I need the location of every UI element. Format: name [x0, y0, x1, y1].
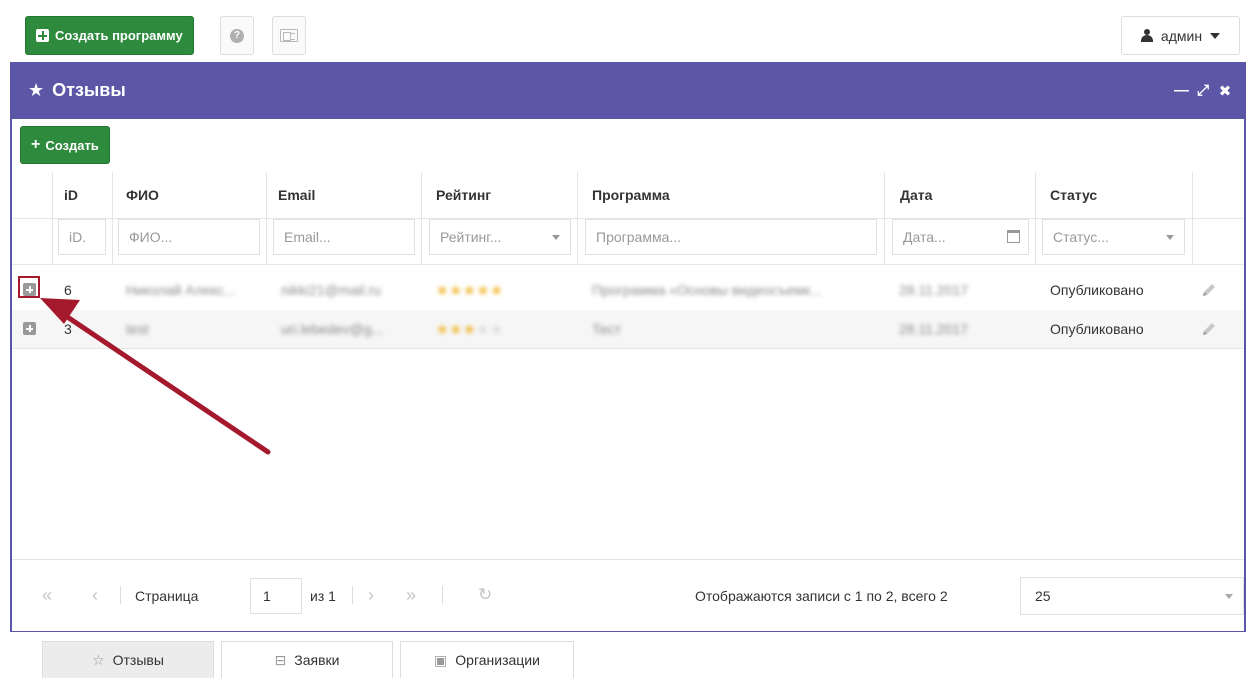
- plus-icon: +: [31, 136, 41, 153]
- star-icon: ☆: [92, 651, 105, 668]
- cell-rating: ★★★★★: [428, 310, 578, 348]
- table-row[interactable]: 6 Николай Алекс... nikki21@mail.ru ★★★★★…: [12, 271, 1244, 309]
- calendar-icon[interactable]: [1007, 230, 1020, 243]
- cell-id: 3: [64, 321, 72, 337]
- cell-fio: test: [126, 321, 149, 337]
- briefcase-icon: ▣: [434, 651, 448, 668]
- create-label: Создать: [45, 137, 99, 153]
- prev-page-icon[interactable]: ‹: [92, 585, 98, 606]
- tab-label: Отзывы: [112, 652, 164, 668]
- close-icon[interactable]: ✖: [1218, 82, 1232, 100]
- panel-controls: — ⤢ ✖: [1174, 82, 1232, 100]
- basket-icon: ⊟: [274, 651, 287, 668]
- pagination-bar: « ‹ Страница 1 из 1 › » ↻ Отображаются з…: [12, 559, 1244, 631]
- chevron-down-icon: [1210, 32, 1221, 39]
- pager-separator: [442, 586, 443, 604]
- tab-label: Организации: [455, 652, 540, 668]
- create-program-label: Создать программу: [55, 28, 183, 43]
- expand-row-icon[interactable]: [23, 322, 36, 335]
- annotation-highlight-box: [18, 276, 40, 298]
- page-size-select[interactable]: 25: [1020, 577, 1244, 615]
- rating-stars: ★★★★★: [436, 320, 504, 337]
- column-header-status[interactable]: Статус: [1040, 172, 1190, 218]
- cell-email: nikki21@mail.ru: [281, 282, 381, 298]
- program-filter-input[interactable]: Программа...: [585, 219, 877, 255]
- tab-organizations[interactable]: ▣ Организации: [400, 641, 574, 678]
- status-filter-select[interactable]: Статус...: [1042, 219, 1185, 255]
- column-header-rating[interactable]: Рейтинг: [426, 172, 576, 218]
- tab-reviews[interactable]: ☆ Отзывы: [42, 641, 214, 678]
- page-size-value: 25: [1035, 588, 1051, 604]
- column-header-email[interactable]: Email: [268, 172, 418, 218]
- edit-pencil-icon[interactable]: [1200, 320, 1218, 338]
- email-filter-input[interactable]: Email...: [273, 219, 415, 255]
- page-number-input[interactable]: 1: [250, 578, 302, 614]
- date-filter-placeholder: Дата...: [903, 229, 946, 245]
- next-page-icon[interactable]: ›: [368, 585, 374, 606]
- help-button[interactable]: ?: [220, 16, 254, 55]
- star-icon: ★: [28, 80, 45, 100]
- table-row[interactable]: 3 test uri.lebedev@g... ★★★★★ Тест 28.11…: [12, 310, 1244, 348]
- create-program-button[interactable]: Создать программу: [25, 16, 194, 55]
- pager-separator: [120, 586, 121, 604]
- cell-program[interactable]: Программа «Основы видеосъемк...: [584, 271, 884, 309]
- card-view-button[interactable]: [272, 16, 306, 55]
- rating-filter-placeholder: Рейтинг...: [440, 229, 502, 245]
- last-page-icon[interactable]: »: [406, 585, 416, 606]
- pager-separator: [352, 586, 353, 604]
- user-name: админ: [1160, 27, 1203, 44]
- minimize-icon[interactable]: —: [1174, 82, 1189, 100]
- status-filter-placeholder: Статус...: [1053, 229, 1109, 245]
- filter-divider: [12, 264, 1244, 265]
- plus-square-icon: [36, 29, 49, 42]
- cell-date: 28.11.2017: [899, 321, 969, 337]
- cell-status: Опубликовано: [1050, 321, 1144, 337]
- fio-filter-input[interactable]: ФИО...: [118, 219, 260, 255]
- records-summary: Отображаются записи с 1 по 2, всего 2: [695, 588, 948, 604]
- cell-rating: ★★★★★: [428, 271, 578, 309]
- tab-requests[interactable]: ⊟ Заявки: [221, 641, 393, 678]
- edit-pencil-icon[interactable]: [1200, 281, 1218, 299]
- create-button[interactable]: + Создать: [20, 126, 110, 164]
- dropdown-arrow-icon: [1225, 594, 1233, 599]
- column-header-date[interactable]: Дата: [890, 172, 1040, 218]
- top-toolbar: Создать программу ? админ: [0, 0, 1246, 62]
- cell-program[interactable]: Тест: [584, 310, 884, 348]
- page-label: Страница: [135, 588, 199, 604]
- cell-fio: Николай Алекс...: [126, 282, 236, 298]
- column-header-id[interactable]: iD: [54, 172, 114, 218]
- id-card-icon: [280, 29, 298, 42]
- cell-status: Опубликовано: [1050, 282, 1144, 298]
- cell-date: 28.11.2017: [899, 282, 969, 298]
- column-header-fio[interactable]: ФИО: [116, 172, 266, 218]
- rating-stars: ★★★★★: [436, 281, 504, 298]
- panel-header: ★ Отзывы — ⤢ ✖: [10, 62, 1246, 119]
- first-page-icon[interactable]: «: [42, 585, 52, 606]
- column-header-program[interactable]: Программа: [582, 172, 882, 218]
- user-menu[interactable]: админ: [1121, 16, 1240, 55]
- dropdown-arrow-icon: [1166, 235, 1174, 240]
- tab-label: Заявки: [294, 652, 340, 668]
- id-filter-input[interactable]: iD.: [58, 219, 106, 255]
- dropdown-arrow-icon: [552, 235, 560, 240]
- row-divider: [12, 348, 1244, 349]
- user-icon: [1140, 29, 1153, 42]
- page-count-label: из 1: [310, 588, 336, 604]
- cell-id: 6: [64, 282, 72, 298]
- panel-title: Отзывы: [52, 80, 126, 100]
- question-icon: ?: [230, 28, 244, 43]
- rating-filter-select[interactable]: Рейтинг...: [429, 219, 571, 255]
- date-filter-input[interactable]: Дата...: [892, 219, 1029, 255]
- refresh-icon[interactable]: ↻: [478, 585, 492, 605]
- expand-icon[interactable]: ⤢: [1196, 82, 1210, 100]
- cell-email: uri.lebedev@g...: [281, 321, 384, 337]
